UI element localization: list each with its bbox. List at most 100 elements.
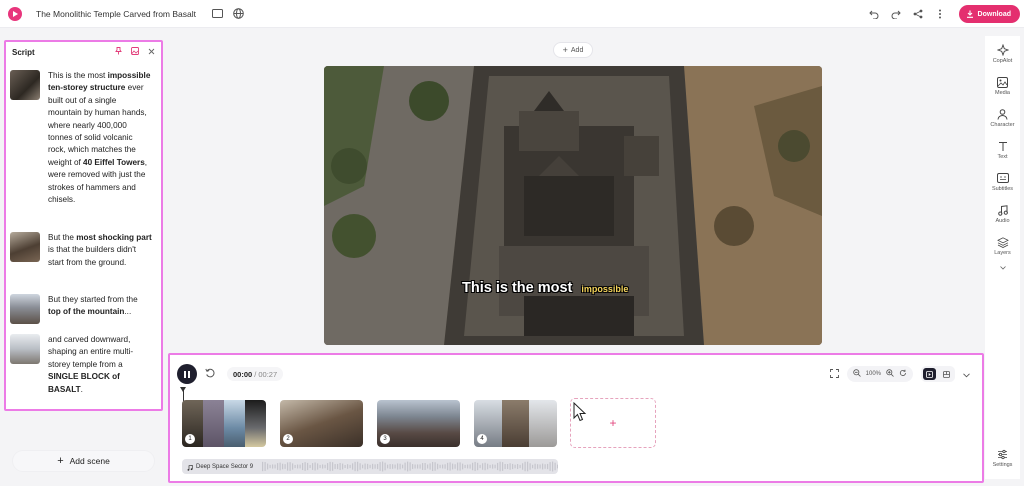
scene-text[interactable]: But they started from the top of the mou… bbox=[48, 294, 152, 324]
waveform-bar bbox=[369, 464, 371, 469]
video-preview[interactable]: This is the most impossible bbox=[324, 66, 822, 345]
waveform-bar bbox=[527, 461, 529, 472]
redo-icon[interactable] bbox=[889, 7, 903, 21]
waveform-bar bbox=[352, 463, 354, 470]
undo-icon[interactable] bbox=[867, 7, 881, 21]
waveform-bar bbox=[519, 464, 521, 469]
share-icon[interactable] bbox=[911, 7, 925, 21]
waveform-bar bbox=[552, 461, 554, 472]
zoom-out-icon[interactable] bbox=[852, 369, 861, 379]
rail-label: Subtitles bbox=[991, 186, 1014, 192]
waveform-bar bbox=[557, 464, 558, 469]
rail-item-copilot[interactable]: CopAlot bbox=[985, 44, 1020, 64]
waveform-bar bbox=[509, 463, 511, 470]
waveform-bar bbox=[524, 461, 526, 472]
timeline-panel: 00:00 / 00:27 100% 1 2 3 4 + Deep Space … bbox=[168, 353, 984, 483]
replay-icon[interactable] bbox=[205, 368, 215, 381]
app-logo-icon[interactable] bbox=[8, 6, 22, 21]
chevron-down-icon[interactable] bbox=[999, 257, 1006, 275]
waveform-bar bbox=[289, 462, 291, 471]
globe-icon[interactable] bbox=[231, 7, 245, 21]
rail-label: Audio bbox=[995, 218, 1010, 224]
waveform-bar bbox=[302, 462, 304, 471]
rail-item-character[interactable]: Character bbox=[985, 108, 1020, 128]
reset-zoom-icon[interactable] bbox=[899, 369, 907, 379]
scene-thumbnail[interactable] bbox=[10, 70, 40, 100]
aspect-ratio-icon[interactable] bbox=[210, 7, 224, 21]
waveform-bar bbox=[489, 464, 491, 469]
waveform-bar bbox=[497, 462, 499, 471]
subtitles-icon bbox=[996, 172, 1009, 184]
timeline-clip[interactable]: 1 bbox=[182, 400, 266, 447]
scene-thumbnail[interactable] bbox=[10, 232, 40, 262]
scene-thumbnail[interactable] bbox=[10, 294, 40, 324]
music-icon bbox=[997, 204, 1009, 216]
scene-text-run: ever built out of a single mountain by h… bbox=[48, 83, 147, 167]
waveform-bar bbox=[279, 462, 281, 471]
waveform-bar bbox=[294, 464, 296, 469]
waveform-bar bbox=[542, 463, 544, 470]
plus-icon: + bbox=[57, 455, 64, 467]
scene-text[interactable]: This is the most impossible ten-storey s… bbox=[48, 70, 152, 206]
rail-item-subtitles[interactable]: Subtitles bbox=[985, 172, 1020, 192]
waveform-bar bbox=[277, 463, 279, 470]
timeline-view-icon[interactable] bbox=[940, 368, 953, 380]
scene-text-run: But they started from the bbox=[48, 295, 138, 304]
rail-item-layers[interactable]: Layers bbox=[985, 236, 1020, 275]
waveform-bar bbox=[339, 462, 341, 471]
waveform-bar bbox=[367, 463, 369, 470]
scene-text-run: But the bbox=[48, 233, 77, 242]
waveform-bar bbox=[404, 462, 406, 471]
add-layer-button[interactable]: + Add bbox=[553, 42, 593, 58]
close-icon[interactable] bbox=[148, 48, 155, 57]
waveform-bar bbox=[554, 462, 556, 471]
mouse-cursor-icon bbox=[573, 401, 587, 427]
scene-text[interactable]: and carved downward, shaping an entire m… bbox=[48, 334, 152, 396]
pause-button[interactable] bbox=[177, 364, 197, 384]
add-scene-button[interactable]: + Add scene bbox=[12, 450, 155, 472]
waveform-bar bbox=[387, 464, 389, 469]
more-options-icon[interactable] bbox=[933, 7, 947, 21]
total-time: / 00:27 bbox=[254, 369, 278, 379]
pin-icon[interactable] bbox=[115, 47, 122, 57]
scene-item[interactable]: This is the most impossible ten-storey s… bbox=[10, 70, 152, 206]
scene-view-icon[interactable] bbox=[923, 368, 936, 380]
waveform-bar bbox=[512, 463, 514, 470]
right-tool-rail: CopAlot Media Character Text Subtitles A… bbox=[985, 36, 1020, 479]
timeline-clip[interactable]: 4 bbox=[474, 400, 557, 447]
scene-text[interactable]: But the most shocking part is that the b… bbox=[48, 232, 152, 269]
timeline-clip[interactable]: 2 bbox=[280, 400, 363, 447]
rail-item-audio[interactable]: Audio bbox=[985, 204, 1020, 224]
waveform-bar bbox=[299, 464, 301, 469]
waveform-bar bbox=[422, 463, 424, 470]
scene-item[interactable]: and carved downward, shaping an entire m… bbox=[10, 334, 152, 396]
waveform-bar bbox=[347, 464, 349, 469]
audio-track[interactable]: Deep Space Sector 9 bbox=[182, 459, 558, 474]
waveform-bar bbox=[424, 462, 426, 471]
scene-item[interactable]: But the most shocking part is that the b… bbox=[10, 232, 152, 269]
zoom-in-icon[interactable] bbox=[886, 369, 894, 379]
waveform-bar bbox=[307, 462, 309, 471]
rail-item-media[interactable]: Media bbox=[985, 76, 1020, 96]
fit-screen-icon[interactable] bbox=[829, 365, 839, 383]
waveform-bar bbox=[389, 464, 391, 469]
waveform-bar bbox=[359, 463, 361, 470]
download-button[interactable]: Download bbox=[958, 5, 1020, 23]
image-icon[interactable] bbox=[131, 47, 139, 57]
waveform-bar bbox=[547, 463, 549, 470]
waveform-bar bbox=[392, 464, 394, 469]
waveform-bar bbox=[282, 463, 284, 470]
waveform-bar bbox=[332, 462, 334, 471]
chevron-down-icon[interactable] bbox=[963, 365, 970, 383]
subtitle-overlay[interactable]: This is the most impossible bbox=[462, 280, 628, 296]
rail-item-text[interactable]: Text bbox=[985, 140, 1020, 160]
scene-item[interactable]: But they started from the top of the mou… bbox=[10, 294, 152, 324]
sparkle-icon bbox=[996, 44, 1009, 56]
rail-label: Text bbox=[997, 154, 1008, 160]
project-title[interactable]: The Monolithic Temple Carved from Basalt bbox=[36, 9, 196, 19]
rail-item-settings[interactable]: Settings bbox=[985, 448, 1020, 468]
scene-text-run: ... bbox=[124, 307, 132, 317]
waveform-bar bbox=[427, 464, 429, 469]
scene-thumbnail[interactable] bbox=[10, 334, 40, 364]
timeline-clip[interactable]: 3 bbox=[377, 400, 460, 447]
